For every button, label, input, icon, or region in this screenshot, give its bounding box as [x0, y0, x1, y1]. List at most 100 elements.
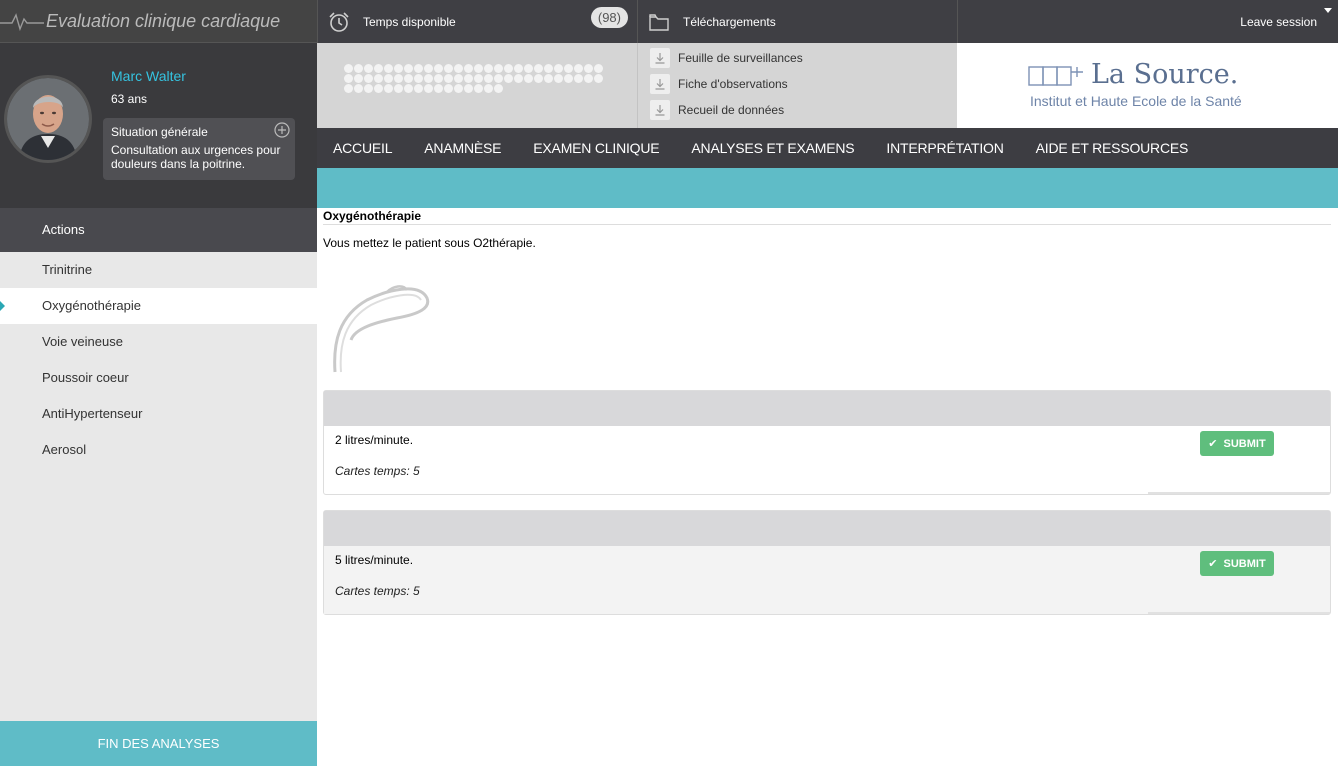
patient-avatar: [4, 75, 92, 163]
actions-sidebar: Actions Trinitrine Oxygénothérapie Voie …: [0, 208, 317, 766]
time-card-dot: [374, 74, 383, 83]
option-text: 5 litres/minute.: [335, 553, 414, 567]
time-card-dot: [584, 74, 593, 83]
sidebar-item-aerosol[interactable]: Aerosol: [0, 432, 317, 468]
nav-accueil[interactable]: ACCUEIL: [333, 140, 392, 156]
option-card-header: [324, 391, 1330, 426]
time-card-dot: [414, 74, 423, 83]
section-description: Vous mettez le patient sous O2thérapie.: [323, 236, 536, 250]
nasal-cannula-icon: [333, 285, 430, 373]
leave-session-link[interactable]: Leave session: [1240, 15, 1317, 29]
time-card-dot: [354, 74, 363, 83]
time-card-dot: [404, 64, 413, 73]
expand-plus-icon[interactable]: [274, 122, 290, 138]
time-card-dot: [404, 74, 413, 83]
download-item-surveillances[interactable]: Feuille de surveillances: [650, 48, 803, 68]
nav-analyses-examens[interactable]: ANALYSES ET EXAMENS: [691, 140, 854, 156]
download-label[interactable]: Feuille de surveillances: [678, 51, 803, 65]
nav-aide-ressources[interactable]: AIDE ET RESSOURCES: [1036, 140, 1189, 156]
time-card-dot: [484, 84, 493, 93]
time-card-dot: [494, 84, 503, 93]
nav-interpretation[interactable]: INTERPRÉTATION: [886, 140, 1003, 156]
patient-age: 63 ans: [111, 92, 148, 106]
time-available-label: Temps disponible: [363, 14, 456, 29]
time-card-dot: [474, 74, 483, 83]
time-card-dot: [584, 64, 593, 73]
time-card-dot: [464, 64, 473, 73]
time-card-dot: [494, 74, 503, 83]
main-content: Oxygénothérapie Vous mettez le patient s…: [317, 208, 1338, 766]
caret-down-icon[interactable]: [1324, 8, 1332, 13]
actions-header: Actions: [0, 208, 317, 252]
time-card-dot: [574, 74, 583, 83]
submit-label: SUBMIT: [1223, 437, 1266, 450]
heartbeat-icon: [0, 13, 44, 32]
time-card-dot: [484, 64, 493, 73]
folder-icon: [649, 13, 669, 31]
section-title: Oxygénothérapie: [323, 209, 422, 223]
option-time-cards: Cartes temps: 5: [335, 464, 420, 478]
time-card-dot: [374, 64, 383, 73]
download-label[interactable]: Recueil de données: [678, 103, 784, 117]
time-card-dot: [574, 64, 583, 73]
submit-button[interactable]: ✔ SUBMIT: [1200, 551, 1274, 576]
time-card-dot: [514, 64, 523, 73]
elsp-logo-mark: [1028, 66, 1083, 86]
option-card-5-litres: 5 litres/minute. Cartes temps: 5 ✔ SUBMI…: [323, 510, 1331, 615]
submit-label: SUBMIT: [1223, 557, 1266, 570]
content-banner: [317, 168, 1338, 208]
download-icon: [650, 100, 670, 120]
submit-button[interactable]: ✔ SUBMIT: [1200, 431, 1274, 456]
sidebar-item-antihypertenseur[interactable]: AntiHypertenseur: [0, 396, 317, 432]
patient-panel: Marc Walter 63 ans Situation générale Co…: [0, 43, 317, 208]
patient-name[interactable]: Marc Walter: [111, 68, 186, 84]
time-card-dot: [474, 64, 483, 73]
time-card-dot: [524, 64, 533, 73]
downloads-bar: Téléchargements: [637, 0, 957, 43]
time-card-dot: [534, 64, 543, 73]
section-divider: [323, 224, 1331, 225]
option-time-cards: Cartes temps: 5: [335, 584, 420, 598]
sidebar-item-trinitrine[interactable]: Trinitrine: [0, 252, 317, 288]
time-card-dot: [554, 64, 563, 73]
situation-title: Situation générale: [111, 125, 208, 139]
time-card-dot: [504, 74, 513, 83]
nav-anamnese[interactable]: ANAMNÈSE: [424, 140, 501, 156]
time-card-dot: [534, 74, 543, 83]
nav-examen-clinique[interactable]: EXAMEN CLINIQUE: [533, 140, 659, 156]
main-nav: ACCUEIL ANAMNÈSE EXAMEN CLINIQUE ANALYSE…: [317, 128, 1338, 168]
time-card-dot: [464, 84, 473, 93]
time-card-dot: [364, 84, 373, 93]
time-card-dot: [434, 64, 443, 73]
time-card-dot: [434, 74, 443, 83]
sidebar-item-poussoir-coeur[interactable]: Poussoir coeur: [0, 360, 317, 396]
fin-des-analyses-button[interactable]: FIN DES ANALYSES: [0, 721, 317, 766]
download-label[interactable]: Fiche d'observations: [678, 77, 788, 91]
time-card-dot: [524, 74, 533, 83]
session-bar: Leave session: [957, 0, 1338, 43]
sidebar-item-voie-veineuse[interactable]: Voie veineuse: [0, 324, 317, 360]
time-card-dot: [364, 74, 373, 83]
download-item-donnees[interactable]: Recueil de données: [650, 100, 784, 120]
time-card-dot: [354, 64, 363, 73]
option-text: 2 litres/minute.: [335, 433, 414, 447]
sidebar-item-oxygenotherapie[interactable]: Oxygénothérapie: [0, 288, 317, 324]
option-card-header: [324, 511, 1330, 546]
time-card-dot: [444, 74, 453, 83]
time-card-dot: [454, 74, 463, 83]
time-card-dot: [444, 64, 453, 73]
logo-panel: La Source. Institut et Haute Ecole de la…: [957, 43, 1338, 128]
time-card-dot: [404, 84, 413, 93]
time-card-dot: [434, 84, 443, 93]
download-item-observations[interactable]: Fiche d'observations: [650, 74, 788, 94]
time-card-dot: [544, 64, 553, 73]
time-card-dot: [414, 84, 423, 93]
time-card-dot: [394, 64, 403, 73]
time-card-dot: [354, 84, 363, 93]
option-card-2-litres: 2 litres/minute. Cartes temps: 5 ✔ SUBMI…: [323, 390, 1331, 495]
time-cards-grid: [344, 64, 609, 94]
time-card-dot: [514, 74, 523, 83]
time-card-dot: [414, 64, 423, 73]
time-card-dot: [344, 84, 353, 93]
sidebar-item-label: Oxygénothérapie: [42, 298, 142, 313]
